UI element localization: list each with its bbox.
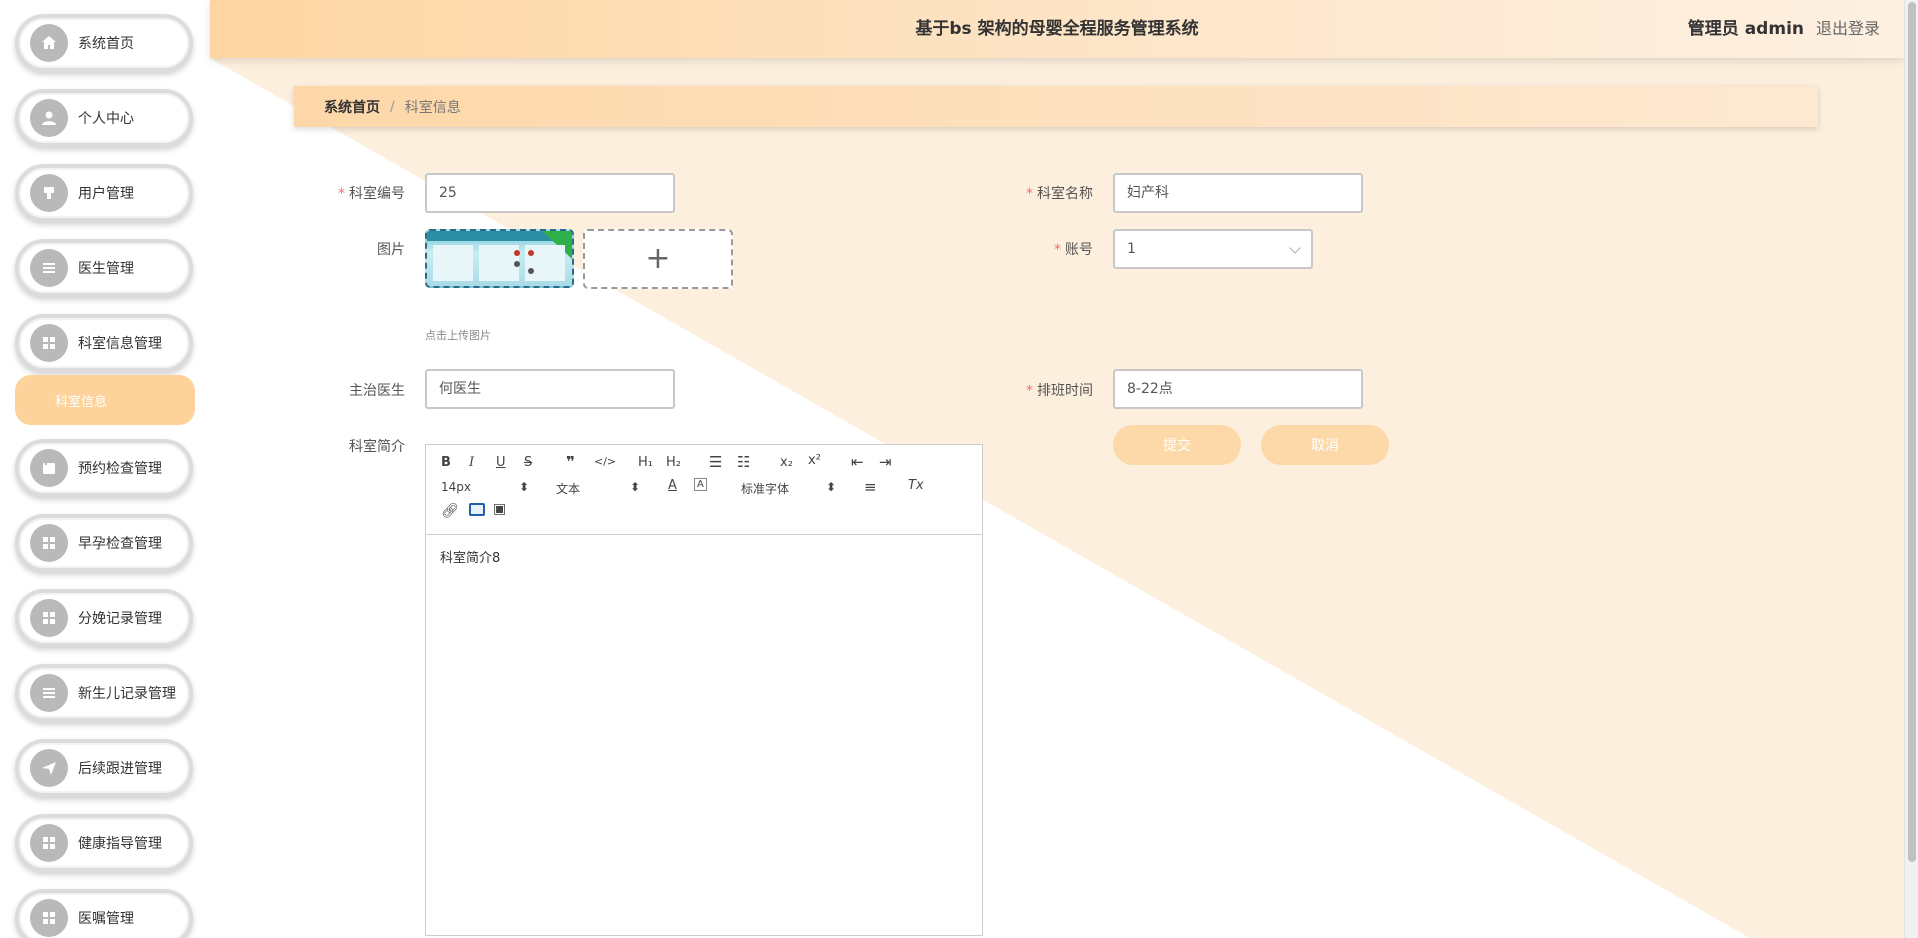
sidebar-item[interactable]: 医嘱管理: [15, 889, 193, 938]
underline-icon[interactable]: U: [496, 455, 506, 470]
account-select[interactable]: 1: [1113, 229, 1313, 269]
app-title: 基于bs 架构的母婴全程服务管理系统: [915, 19, 1199, 39]
user-manage-icon: [30, 174, 68, 212]
block-type-select[interactable]: 文本: [556, 480, 580, 497]
sidebar-item-label: 健康指导管理: [78, 836, 162, 852]
breadcrumb-current: 科室信息: [404, 99, 461, 116]
background-color-icon[interactable]: A: [694, 478, 707, 491]
doctor-label: 主治医生: [349, 383, 405, 399]
italic-icon[interactable]: I: [469, 455, 474, 470]
breadcrumb-home[interactable]: 系统首页: [324, 97, 380, 117]
grid-icon: [30, 899, 68, 937]
sidebar-item[interactable]: 早孕检查管理: [15, 514, 193, 572]
editor-content[interactable]: 科室简介8: [426, 535, 982, 578]
sidebar-item[interactable]: 健康指导管理: [15, 814, 193, 872]
link-icon[interactable]: 🔗︎: [441, 503, 459, 519]
video-icon[interactable]: ▣: [493, 501, 506, 517]
outdent-icon[interactable]: ⇤: [851, 453, 864, 471]
upload-tip: 点击上传图片: [425, 329, 491, 342]
sidebar-item-label: 医生管理: [78, 261, 134, 277]
send-icon: [30, 749, 68, 787]
top-header: 基于bs 架构的母婴全程服务管理系统 管理员 admin 退出登录: [210, 0, 1904, 58]
breadcrumb-separator: /: [390, 98, 395, 115]
align-left-icon[interactable]: ≡: [864, 478, 877, 496]
heading1-icon[interactable]: H₁: [638, 455, 653, 470]
editor-toolbar: B I U S ❞ </> H₁ H₂ ☰ ☷ x₂ x² ⇤ ⇥ 14px ⬍…: [426, 445, 982, 535]
plus-icon: +: [645, 241, 671, 276]
sidebar-item-label: 个人中心: [78, 111, 134, 127]
heading2-icon[interactable]: H₂: [666, 455, 681, 470]
logout-link[interactable]: 退出登录: [1816, 0, 1880, 58]
sidebar-item[interactable]: 系统首页: [15, 14, 193, 72]
schedule-input[interactable]: 8-22点: [1113, 369, 1363, 409]
account-label: * 账号: [1054, 242, 1093, 258]
account-select-value: 1: [1127, 241, 1136, 257]
intro-label: 科室简介: [349, 439, 405, 455]
sidebar-item[interactable]: 预约检查管理: [15, 439, 193, 497]
grid-icon: [30, 599, 68, 637]
sidebar-item-label: 科室信息管理: [78, 336, 162, 352]
schedule-label: * 排班时间: [1026, 383, 1093, 399]
ordered-list-icon[interactable]: ☰: [709, 453, 722, 471]
grid-icon: [30, 524, 68, 562]
list-icon: [30, 249, 68, 287]
breadcrumb: 系统首页 / 科室信息: [294, 86, 1818, 127]
chevron-updown-icon: ⬍: [826, 480, 837, 494]
dept-name-label: * 科室名称: [1026, 186, 1093, 202]
font-color-icon[interactable]: A: [668, 478, 677, 493]
calendar-icon: [30, 449, 68, 487]
indent-icon[interactable]: ⇥: [879, 453, 892, 471]
doctor-input[interactable]: 何医生: [425, 369, 675, 409]
cancel-button[interactable]: 取消: [1261, 425, 1389, 465]
sidebar-item-label: 早孕检查管理: [78, 536, 162, 552]
sidebar-item[interactable]: 用户管理: [15, 164, 193, 222]
chevron-updown-icon: ⬍: [630, 480, 641, 494]
unordered-list-icon[interactable]: ☷: [737, 453, 750, 471]
scrollbar-thumb[interactable]: [1908, 2, 1916, 862]
sidebar-item-label: 系统首页: [78, 36, 134, 52]
submit-button[interactable]: 提交: [1113, 425, 1241, 465]
sidebar-item-label: 预约检查管理: [78, 461, 162, 477]
sidebar-subitem-active[interactable]: 科室信息: [15, 375, 195, 425]
sidebar-item[interactable]: 医生管理: [15, 239, 193, 297]
sidebar-item-label: 后续跟进管理: [78, 761, 162, 777]
home-icon: [30, 24, 68, 62]
bold-icon[interactable]: B: [441, 455, 451, 470]
image-icon[interactable]: [469, 503, 485, 516]
sidebar-item-label: 新生儿记录管理: [78, 686, 176, 702]
sidebar-item[interactable]: 新生儿记录管理: [15, 664, 193, 722]
subscript-icon[interactable]: x₂: [780, 455, 793, 470]
grid-icon: [30, 824, 68, 862]
strikethrough-icon[interactable]: S: [524, 455, 532, 470]
user-icon: [30, 99, 68, 137]
sidebar-item[interactable]: 后续跟进管理: [15, 739, 193, 797]
blockquote-icon[interactable]: ❞: [566, 453, 575, 471]
font-family-select[interactable]: 标准字体: [741, 480, 789, 497]
chevron-down-icon: [1289, 242, 1301, 254]
rich-text-editor[interactable]: B I U S ❞ </> H₁ H₂ ☰ ☷ x₂ x² ⇤ ⇥ 14px ⬍…: [425, 444, 983, 936]
sidebar-item-label: 用户管理: [78, 186, 134, 202]
dept-no-label: * 科室编号: [338, 186, 405, 202]
sidebar: 系统首页个人中心用户管理医生管理科室信息管理 预约检查管理 早孕检查管理 分娩记录管理…: [0, 0, 210, 938]
uploaded-image-thumbnail[interactable]: [425, 229, 574, 288]
sidebar-item-label: 分娩记录管理: [78, 611, 162, 627]
clear-format-icon[interactable]: Tx: [908, 478, 924, 493]
sidebar-item[interactable]: 科室信息管理: [15, 314, 193, 372]
image-label: 图片: [377, 242, 405, 258]
page-scrollbar[interactable]: [1904, 0, 1918, 938]
chevron-updown-icon: ⬍: [519, 480, 530, 494]
superscript-icon[interactable]: x²: [808, 453, 821, 468]
code-icon[interactable]: </>: [594, 455, 616, 468]
current-user: 管理员 admin: [1687, 19, 1804, 39]
sidebar-item[interactable]: 分娩记录管理: [15, 589, 193, 647]
font-size-select[interactable]: 14px: [441, 480, 471, 494]
list-icon: [30, 674, 68, 712]
dept-name-input[interactable]: 妇产科: [1113, 173, 1363, 213]
dept-no-input[interactable]: 25: [425, 173, 675, 213]
sidebar-item[interactable]: 个人中心: [15, 89, 193, 147]
sidebar-item-label: 医嘱管理: [78, 911, 134, 927]
upload-add-button[interactable]: +: [583, 229, 733, 289]
grid-icon: [30, 324, 68, 362]
image-preview: [427, 231, 572, 281]
